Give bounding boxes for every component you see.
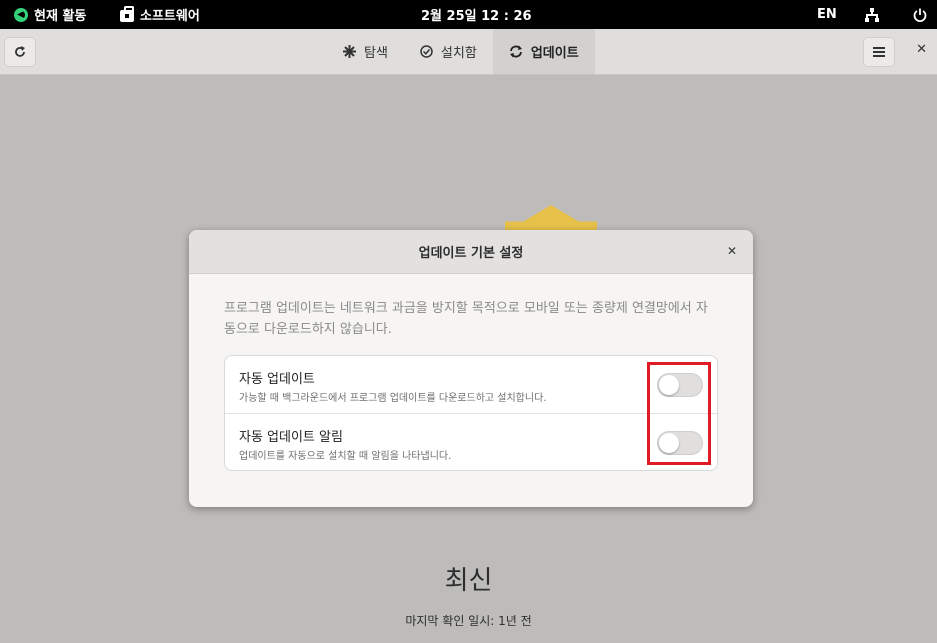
status-subtitle: 마지막 확인 일시: 1년 전 bbox=[405, 614, 532, 628]
highlight-box bbox=[647, 362, 711, 465]
row-subtitle: 가능할 때 백그라운드에서 프로그램 업데이트를 다운로드하고 설치합니다. bbox=[239, 393, 547, 404]
activities-icon bbox=[14, 7, 28, 22]
list-item-update-notifications[interactable]: 자동 업데이트 알림 업데이트를 자동으로 설치할 때 알림을 나타냅니다. bbox=[225, 413, 717, 470]
activities-button[interactable]: 현재 활동 bbox=[14, 0, 86, 29]
main-menu-button[interactable] bbox=[863, 37, 895, 67]
power-icon[interactable] bbox=[913, 0, 927, 29]
menu-icon bbox=[873, 47, 885, 57]
preferences-list: 자동 업데이트 가능할 때 백그라운드에서 프로그램 업데이트를 다운로드하고 … bbox=[224, 355, 718, 471]
tab-updates[interactable]: 업데이트 bbox=[492, 29, 595, 74]
dialog-title: 업데이트 기본 설정 bbox=[418, 246, 524, 261]
tab-installed-label: 설치함 bbox=[440, 46, 477, 61]
clock-label: 2월 25일 12 : 26 bbox=[421, 9, 532, 24]
updates-icon bbox=[509, 45, 522, 58]
clock-button[interactable]: 2월 25일 12 : 26 bbox=[421, 0, 532, 29]
view-switcher: 탐색 설치함 업데이트 bbox=[327, 29, 595, 74]
activities-label: 현재 활동 bbox=[34, 9, 87, 24]
input-source-label: EN bbox=[817, 7, 837, 22]
app-menu-button[interactable]: 소프트웨어 bbox=[120, 0, 200, 29]
software-bag-icon bbox=[120, 5, 134, 22]
row-title: 자동 업데이트 bbox=[239, 372, 315, 387]
close-icon: ✕ bbox=[916, 42, 927, 57]
window-close-button[interactable]: ✕ bbox=[916, 42, 927, 57]
tab-explore-label: 탐색 bbox=[364, 46, 388, 61]
row-subtitle: 업데이트를 자동으로 설치할 때 알림을 나타냅니다. bbox=[239, 451, 452, 462]
tab-installed[interactable]: 설치함 bbox=[404, 29, 493, 74]
input-source-button[interactable]: EN bbox=[817, 0, 837, 29]
tab-updates-label: 업데이트 bbox=[530, 46, 579, 61]
network-icon[interactable] bbox=[865, 0, 879, 29]
row-title: 자동 업데이트 알림 bbox=[239, 430, 343, 445]
dialog-description: 프로그램 업데이트는 네트워크 과금을 방지할 목적으로 모바일 또는 종량제 … bbox=[224, 301, 708, 337]
installed-icon bbox=[420, 45, 433, 58]
dialog-close-button[interactable]: ✕ bbox=[727, 244, 737, 258]
refresh-icon bbox=[15, 46, 25, 57]
app-menu-label: 소프트웨어 bbox=[140, 9, 200, 24]
explore-icon bbox=[343, 45, 356, 58]
status-title: 최신 bbox=[444, 566, 493, 596]
refresh-button[interactable] bbox=[4, 37, 36, 67]
dialog-header: 업데이트 기본 설정 ✕ bbox=[189, 230, 753, 274]
header-bar: 탐색 설치함 업데이트 ✕ bbox=[0, 29, 937, 75]
list-item-automatic-updates[interactable]: 자동 업데이트 가능할 때 백그라운드에서 프로그램 업데이트를 다운로드하고 … bbox=[225, 356, 717, 413]
tab-explore[interactable]: 탐색 bbox=[327, 29, 404, 74]
top-bar: 현재 활동 소프트웨어 2월 25일 12 : 26 EN bbox=[0, 0, 937, 29]
